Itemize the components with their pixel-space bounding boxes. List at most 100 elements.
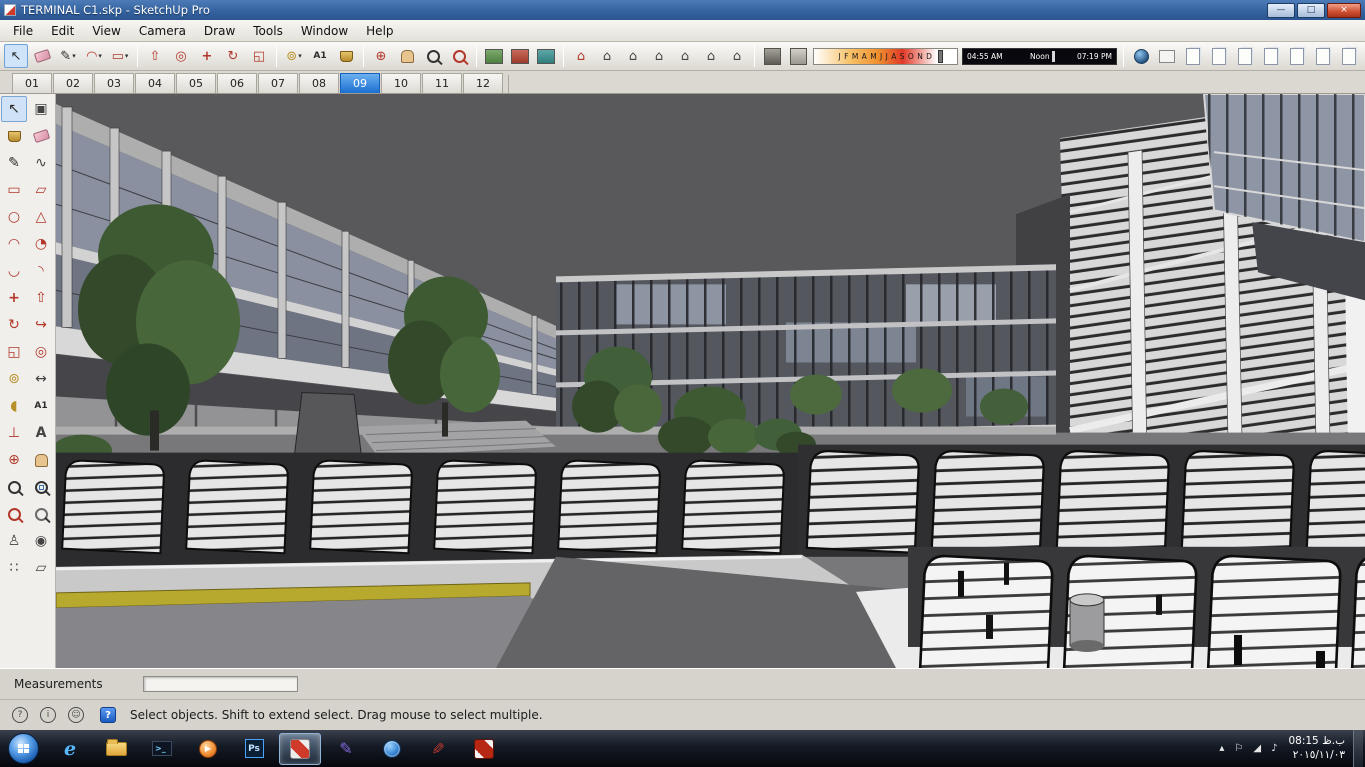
shadow-time-slider-handle[interactable] [1051, 50, 1055, 62]
scene-tab-07[interactable]: 07 [258, 73, 298, 93]
send-to-layout-button[interactable] [482, 44, 506, 68]
scale-button[interactable]: ◱ [247, 44, 271, 68]
scene-tab-12[interactable]: 12 [463, 73, 503, 93]
instructor-panel-button[interactable] [1181, 44, 1205, 68]
rotate-tool[interactable]: ↻ [1, 312, 27, 338]
push-pull-button[interactable]: ⇧ [143, 44, 167, 68]
make-component-tool[interactable]: ▣ [28, 96, 54, 122]
zoom-extents-tool[interactable] [1, 501, 27, 527]
eraser-button[interactable] [30, 44, 54, 68]
pan-button[interactable] [395, 44, 419, 68]
shadow-settings-button[interactable] [760, 44, 784, 68]
tape-measure-tool[interactable]: ⊚ [1, 366, 27, 392]
rectangle-button[interactable]: ▭ ▾ [108, 44, 132, 68]
bottom-view-button[interactable]: ⌂ [725, 44, 749, 68]
menu-camera[interactable]: Camera [130, 22, 195, 40]
close-button[interactable]: × [1327, 2, 1361, 18]
zoom-button[interactable] [421, 44, 445, 68]
select-tool[interactable]: ↖ [1, 96, 27, 122]
shadow-toggle-button[interactable] [786, 44, 810, 68]
zoom-extents-button[interactable] [447, 44, 471, 68]
rectangle-tool[interactable]: ▭ [1, 177, 27, 203]
orbit-button[interactable]: ⊕ [369, 44, 393, 68]
sign-in-status-icon[interactable]: ☺ [68, 707, 84, 723]
maximize-button[interactable]: □ [1297, 2, 1325, 18]
polygon-tool[interactable]: △ [28, 204, 54, 230]
menu-file[interactable]: File [4, 22, 42, 40]
orbit-tool[interactable]: ⊕ [1, 447, 27, 473]
photoshop-button[interactable]: Ps [233, 733, 275, 765]
measurements-input[interactable] [142, 676, 298, 692]
action-center-flag-icon[interactable]: ⚐ [1234, 743, 1243, 754]
right-view-button[interactable]: ⌂ [647, 44, 671, 68]
credits-status-icon[interactable]: i [40, 707, 56, 723]
internet-globe-button[interactable] [371, 733, 413, 765]
windows-explorer-button[interactable] [95, 733, 137, 765]
3d-text-tool[interactable]: A [28, 420, 54, 446]
rotated-rectangle-tool[interactable]: ▱ [28, 177, 54, 203]
front-view-button[interactable]: ⌂ [621, 44, 645, 68]
scenes-panel-button[interactable] [1311, 44, 1335, 68]
help-status-icon[interactable]: ? [100, 707, 116, 723]
offset-button[interactable]: ◎ [169, 44, 193, 68]
scene-tab-11[interactable]: 11 [422, 73, 462, 93]
scale-tool[interactable]: ◱ [1, 339, 27, 365]
taskbar-clock[interactable]: 08:15 ب.ظ ٢٠١٥/١١/٠٣ [1288, 735, 1345, 761]
top-view-button[interactable]: ⌂ [595, 44, 619, 68]
shadows-panel-button[interactable] [1337, 44, 1361, 68]
zoom-tool[interactable] [1, 474, 27, 500]
arc-tool[interactable]: ◠ [1, 231, 27, 257]
back-view-button[interactable]: ⌂ [673, 44, 697, 68]
menu-tools[interactable]: Tools [244, 22, 292, 40]
protractor-tool[interactable]: ◖ [1, 393, 27, 419]
three-point-arc-tool[interactable]: ◝ [28, 258, 54, 284]
axes-tool[interactable]: ⊥ [1, 420, 27, 446]
text-tool[interactable]: A1 [28, 393, 54, 419]
geo-location-button[interactable] [1129, 44, 1153, 68]
layers-panel-button[interactable] [1285, 44, 1309, 68]
volume-icon[interactable]: ♪ [1271, 743, 1277, 754]
geolocation-status-icon[interactable]: ? [12, 707, 28, 723]
freehand-tool[interactable]: ∿ [28, 150, 54, 176]
paint-bucket-button[interactable] [334, 44, 358, 68]
scene-tab-05[interactable]: 05 [176, 73, 216, 93]
select-button[interactable]: ↖ [4, 44, 28, 68]
media-player-button[interactable]: ▶ [187, 733, 229, 765]
photo-texture-button[interactable] [1155, 44, 1179, 68]
push-pull-tool[interactable]: ⇧ [28, 285, 54, 311]
zoom-window-tool[interactable] [28, 474, 54, 500]
look-around-tool[interactable]: ◉ [28, 528, 54, 554]
network-icon[interactable]: ◢ [1253, 743, 1261, 754]
follow-me-tool[interactable]: ↪ [28, 312, 54, 338]
shadow-time-slider[interactable]: 04:55 AM Noon 07:19 PM [962, 47, 1117, 65]
show-desktop-button[interactable] [1353, 730, 1363, 767]
iso-view-button[interactable]: ⌂ [569, 44, 593, 68]
position-camera-tool[interactable]: ♙ [1, 528, 27, 554]
dimension-tool[interactable]: ↔ [28, 366, 54, 392]
offset-tool[interactable]: ◎ [28, 339, 54, 365]
scene-tab-04[interactable]: 04 [135, 73, 175, 93]
materials-board-button[interactable] [534, 44, 558, 68]
circle-tool[interactable]: ○ [1, 204, 27, 230]
utility-app-button[interactable]: ✎ [417, 733, 459, 765]
menu-help[interactable]: Help [357, 22, 402, 40]
show-hidden-icons-chevron[interactable]: ▴ [1219, 743, 1224, 754]
scene-tab-01[interactable]: 01 [12, 73, 52, 93]
shadow-date-slider-handle[interactable] [938, 49, 944, 63]
tape-measure-button[interactable]: ⊚ ▾ [282, 44, 306, 68]
paint-bucket-tool[interactable] [1, 123, 27, 149]
scene-tab-02[interactable]: 02 [53, 73, 93, 93]
rotate-button[interactable]: ↻ [221, 44, 245, 68]
sketchup-active-button[interactable] [279, 732, 321, 765]
text-button[interactable]: A1 [308, 44, 332, 68]
menu-edit[interactable]: Edit [42, 22, 83, 40]
sketchup-launcher-button[interactable] [463, 733, 505, 765]
move-button[interactable]: + [195, 44, 219, 68]
scene-tab-09-active[interactable]: 09 [340, 73, 380, 93]
pie-tool[interactable]: ◔ [28, 231, 54, 257]
materials-panel-button[interactable] [1233, 44, 1257, 68]
styles-panel-button[interactable] [1259, 44, 1283, 68]
two-point-arc-tool[interactable]: ◡ [1, 258, 27, 284]
start-button[interactable] [8, 733, 39, 764]
zoom-previous-tool[interactable] [28, 501, 54, 527]
